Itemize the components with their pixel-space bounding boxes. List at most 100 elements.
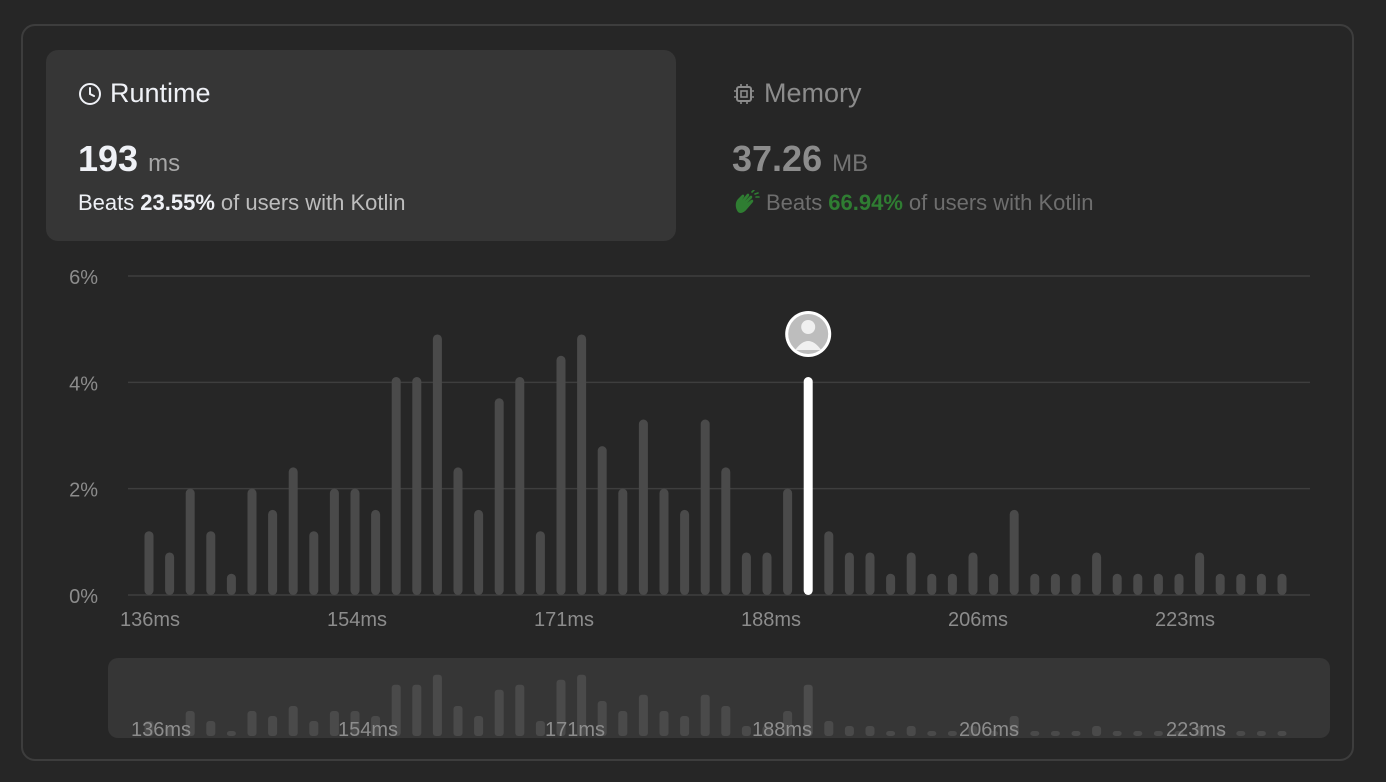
y-tick-label: 4%	[69, 373, 98, 395]
overview-tick-label: 171ms	[545, 719, 605, 741]
y-axis-labels: 0% 2% 4% 6%	[69, 267, 98, 608]
overview-bar	[906, 726, 916, 736]
bar	[1215, 573, 1225, 595]
bar	[659, 488, 669, 595]
overview-bar	[1153, 731, 1163, 736]
overview-bar	[947, 731, 957, 736]
avatar-head	[801, 320, 816, 334]
bar	[989, 573, 999, 595]
bar	[268, 509, 278, 595]
bar	[947, 573, 957, 595]
overview-bar	[659, 711, 669, 736]
bar	[494, 398, 504, 595]
overview-bar	[453, 706, 463, 736]
user-marker[interactable]	[785, 311, 832, 357]
bar	[474, 509, 484, 595]
bar	[783, 488, 793, 595]
bar	[741, 552, 751, 595]
grid-lines	[128, 275, 1310, 596]
overview-bar	[700, 694, 710, 736]
overview-tick-label: 206ms	[959, 719, 1019, 741]
overview-bar	[515, 684, 525, 736]
overview-bar	[844, 726, 854, 736]
bar	[247, 488, 257, 595]
bar	[1133, 573, 1143, 595]
overview-bar	[618, 711, 628, 736]
bar	[453, 467, 463, 595]
overview-bar	[226, 731, 236, 736]
bar	[1112, 573, 1122, 595]
bar	[515, 377, 525, 595]
overview-bar	[288, 706, 298, 736]
overview-bar	[1277, 731, 1287, 736]
overview-tick-label: 188ms	[752, 719, 812, 741]
x-tick-label: 223ms	[1155, 609, 1215, 631]
bar	[906, 552, 916, 595]
x-tick-label: 136ms	[120, 609, 180, 631]
overview-bar	[494, 689, 504, 736]
bar	[680, 509, 690, 595]
bar	[844, 552, 854, 595]
overview-bar	[721, 706, 731, 736]
overview-bar	[309, 721, 319, 736]
bar	[1236, 573, 1246, 595]
bar	[144, 531, 154, 595]
bar	[206, 531, 216, 595]
bar	[1030, 573, 1040, 595]
bar	[535, 531, 545, 595]
overview-bar	[1133, 731, 1143, 736]
bar	[185, 488, 195, 595]
overview-bar	[865, 726, 875, 736]
overview-bar	[1071, 731, 1081, 736]
x-tick-label: 171ms	[534, 609, 594, 631]
x-tick-label: 154ms	[327, 609, 387, 631]
bar	[556, 355, 566, 595]
bar	[1174, 573, 1184, 595]
bar	[412, 377, 422, 595]
overview-tick-label: 154ms	[338, 719, 398, 741]
bar	[927, 573, 937, 595]
x-tick-label: 206ms	[948, 609, 1008, 631]
overview-bar	[268, 716, 278, 736]
bar	[1071, 573, 1081, 595]
bar	[577, 334, 587, 595]
overview-tick-label: 223ms	[1166, 719, 1226, 741]
x-axis-labels: 136ms 154ms 171ms 188ms 206ms 223ms	[120, 609, 1215, 631]
bar	[865, 552, 875, 595]
bar	[226, 573, 236, 595]
histogram-bars	[144, 334, 1287, 595]
bar	[968, 552, 978, 595]
bar	[1195, 552, 1205, 595]
bar	[597, 446, 607, 595]
overview-bar	[1050, 731, 1060, 736]
overview-bar	[432, 674, 442, 736]
overview-bar	[1030, 731, 1040, 736]
y-tick-label: 6%	[69, 267, 98, 289]
overview-bar	[206, 721, 216, 736]
bar	[1277, 573, 1287, 595]
bar	[309, 531, 319, 595]
bar	[886, 573, 896, 595]
bar	[165, 552, 175, 595]
overview-bar	[1256, 731, 1266, 736]
y-tick-label: 0%	[69, 586, 98, 608]
bar	[638, 419, 648, 595]
bar	[1256, 573, 1266, 595]
overview-bar	[927, 731, 937, 736]
overview-bar	[1112, 731, 1122, 736]
overview-bar	[474, 716, 484, 736]
overview-bar	[1092, 726, 1102, 736]
bar	[1092, 552, 1102, 595]
overview-tick-label: 136ms	[131, 719, 191, 741]
bar	[329, 488, 339, 595]
y-tick-label: 2%	[69, 480, 98, 502]
overview-bar	[824, 721, 834, 736]
bar	[391, 377, 401, 595]
bar	[762, 552, 772, 595]
bar	[288, 467, 298, 595]
bar	[350, 488, 360, 595]
overview-bar	[886, 731, 896, 736]
overview-bar	[535, 721, 545, 736]
overview-bar	[1236, 731, 1246, 736]
bar	[1153, 573, 1163, 595]
